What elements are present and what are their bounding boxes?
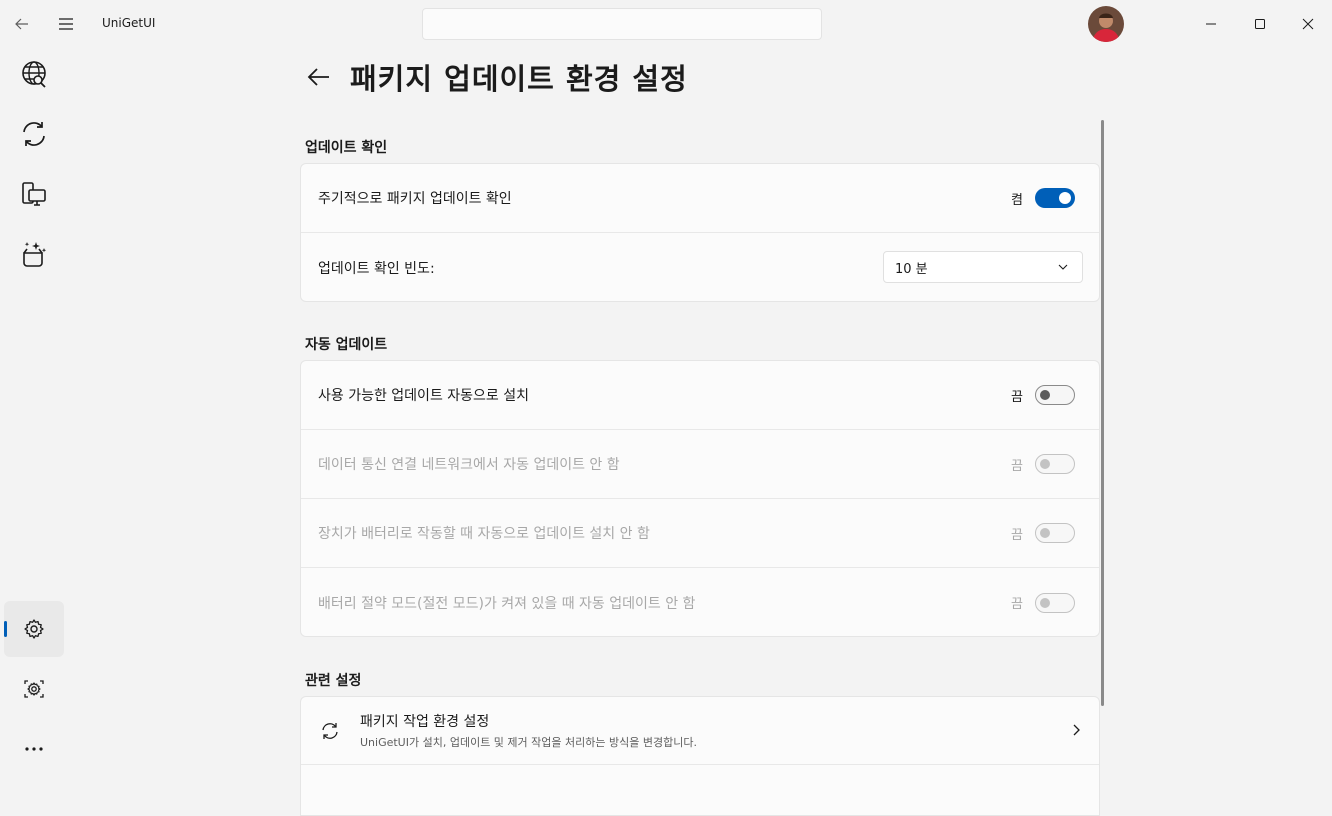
- battery-label: 장치가 배터리로 작동할 때 자동으로 업데이트 설치 안 함: [318, 526, 650, 542]
- chevron-down-icon: [1058, 264, 1068, 270]
- chevron-right-icon: [1073, 724, 1080, 736]
- back-arrow-icon: [307, 68, 329, 86]
- update-check-card: 주기적으로 패키지 업데이트 확인 켬 업데이트 확인 빈도: 10 분: [300, 163, 1100, 302]
- toggle-state-text: 끔: [1011, 527, 1023, 543]
- related-settings-card: 패키지 작업 환경 설정 UniGetUI가 설치, 업데이트 및 제거 작업을…: [300, 696, 1100, 816]
- metered-network-toggle[interactable]: [1035, 454, 1075, 474]
- periodic-check-toggle[interactable]: [1035, 188, 1075, 208]
- battery-saver-row: 배터리 절약 모드(절전 모드)가 켜져 있을 때 자동 업데이트 안 함 끔: [301, 568, 1099, 636]
- nav-bundles[interactable]: [4, 226, 64, 282]
- section-title-related: 관련 설정: [305, 673, 362, 689]
- app-title: UniGetUI: [102, 16, 156, 30]
- close-button[interactable]: [1292, 8, 1324, 40]
- package-sparkle-icon: [23, 242, 47, 267]
- auto-install-row: 사용 가능한 업데이트 자동으로 설치 끔: [301, 361, 1099, 430]
- battery-toggle[interactable]: [1035, 523, 1075, 543]
- gear-box-icon: [24, 680, 44, 698]
- nav-rail: [0, 48, 68, 783]
- toggle-state-text: 켬: [1011, 192, 1023, 208]
- metered-network-label: 데이터 통신 연결 네트워크에서 자동 업데이트 안 함: [318, 457, 620, 473]
- frequency-row: 업데이트 확인 빈도: 10 분: [301, 233, 1099, 301]
- auto-update-card: 사용 가능한 업데이트 자동으로 설치 끔 데이터 통신 연결 네트워크에서 자…: [300, 360, 1100, 637]
- frequency-label: 업데이트 확인 빈도:: [318, 260, 435, 277]
- scrollbar[interactable]: [1101, 120, 1104, 706]
- minimize-button[interactable]: [1195, 8, 1227, 40]
- toggle-state-text: 끔: [1011, 597, 1023, 612]
- gear-icon: [24, 619, 44, 639]
- nav-more[interactable]: [4, 721, 64, 777]
- back-arrow-icon[interactable]: [10, 12, 34, 36]
- page-back-button[interactable]: [300, 58, 338, 96]
- user-avatar[interactable]: [1088, 6, 1124, 42]
- periodic-check-row: 주기적으로 패키지 업데이트 확인 켬: [301, 164, 1099, 233]
- more-dots-icon: [25, 747, 43, 751]
- operation-settings-title: 패키지 작업 환경 설정: [360, 714, 490, 730]
- periodic-check-label: 주기적으로 패키지 업데이트 확인: [318, 191, 512, 207]
- toggle-state-text: 끔: [1011, 458, 1023, 474]
- nav-manager-settings[interactable]: [4, 661, 64, 717]
- page-title: 패키지 업데이트 환경 설정: [350, 62, 688, 96]
- hamburger-menu-icon[interactable]: [54, 12, 78, 36]
- selected-indicator: [4, 621, 7, 637]
- auto-install-toggle[interactable]: [1035, 385, 1075, 405]
- frequency-select[interactable]: 10 분: [883, 251, 1083, 283]
- nav-installed[interactable]: [4, 166, 64, 222]
- maximize-button[interactable]: [1244, 8, 1276, 40]
- operation-settings-desc: UniGetUI가 설치, 업데이트 및 제거 작업을 처리하는 방식을 변경합…: [360, 736, 697, 749]
- auto-install-label: 사용 가능한 업데이트 자동으로 설치: [318, 388, 529, 404]
- metered-network-row: 데이터 통신 연결 네트워크에서 자동 업데이트 안 함 끔: [301, 430, 1099, 499]
- nav-discover[interactable]: [4, 46, 64, 102]
- page-header: 패키지 업데이트 환경 설정: [300, 55, 688, 99]
- sync-icon: [318, 719, 342, 743]
- nav-updates[interactable]: [4, 106, 64, 162]
- section-title-auto-update: 자동 업데이트: [305, 337, 388, 353]
- devices-icon: [22, 182, 46, 206]
- nav-settings[interactable]: [4, 601, 64, 657]
- battery-saver-label: 배터리 절약 모드(절전 모드)가 켜져 있을 때 자동 업데이트 안 함: [318, 595, 696, 612]
- battery-saver-toggle[interactable]: [1035, 592, 1075, 613]
- search-input[interactable]: [422, 8, 822, 40]
- sync-icon: [23, 122, 45, 146]
- globe-search-icon: [22, 61, 46, 88]
- title-bar: UniGetUI: [0, 0, 1332, 48]
- operation-settings-link[interactable]: 패키지 작업 환경 설정 UniGetUI가 설치, 업데이트 및 제거 작업을…: [301, 697, 1099, 765]
- section-title-update-check: 업데이트 확인: [305, 140, 388, 156]
- frequency-value: 10 분: [895, 261, 928, 277]
- battery-row: 장치가 배터리로 작동할 때 자동으로 업데이트 설치 안 함 끔: [301, 499, 1099, 568]
- toggle-state-text: 끔: [1011, 389, 1023, 405]
